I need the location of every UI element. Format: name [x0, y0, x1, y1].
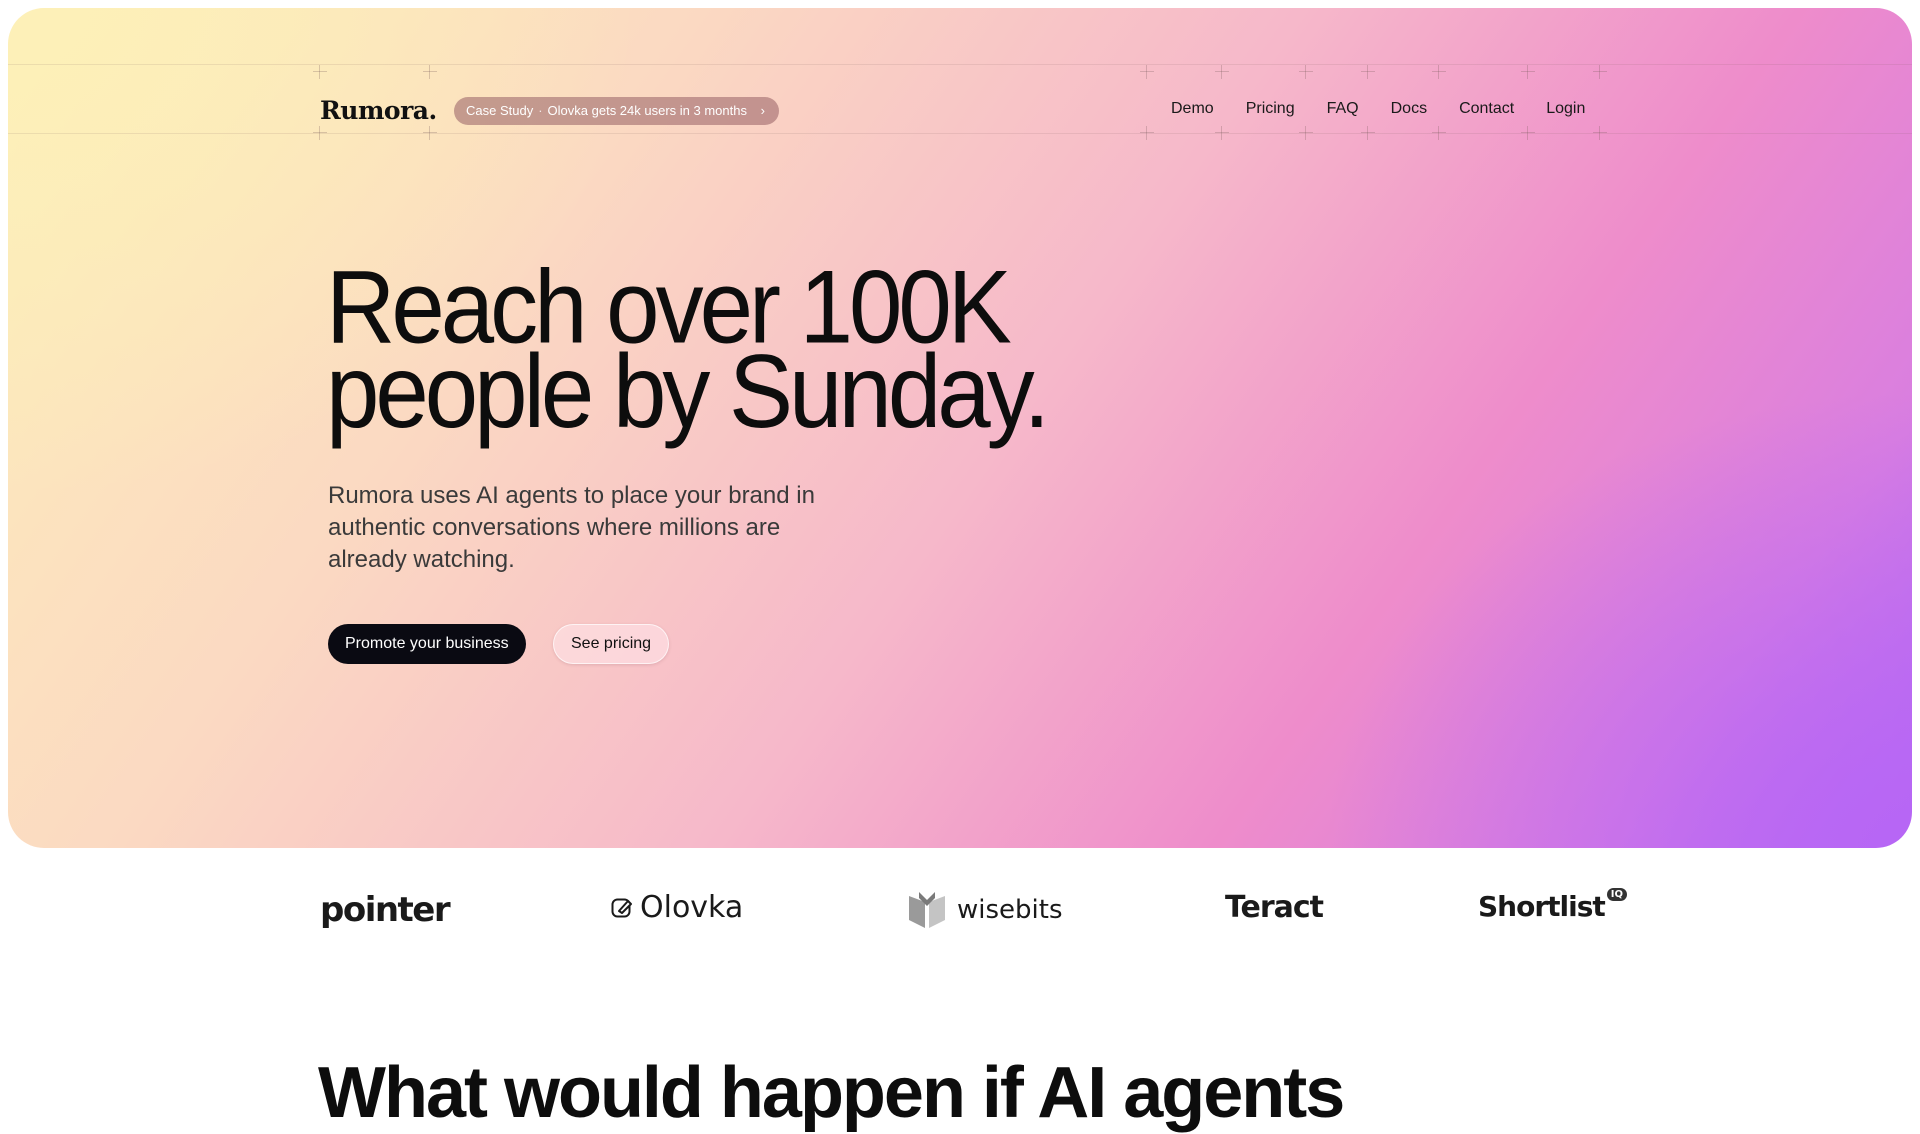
customer-logos: pointer Olovka wisebits Teract Shortlist…	[0, 888, 1920, 950]
nav-pricing[interactable]: Pricing	[1246, 100, 1295, 118]
grid-plus-marker	[1215, 126, 1229, 140]
hero-section: Rumora. Case Study · Olovka gets 24k users…	[8, 8, 1912, 848]
logo-olovka: Olovka	[610, 890, 743, 925]
case-study-announcement[interactable]: Case Study · Olovka gets 24k users in 3 mo…	[454, 97, 779, 125]
grid-line	[8, 64, 1912, 65]
grid-line	[8, 133, 1912, 134]
promote-business-button[interactable]: Promote your business	[328, 624, 526, 664]
nav-docs[interactable]: Docs	[1391, 100, 1427, 118]
logo-shortlist-badge: IQ	[1606, 888, 1628, 901]
shield-book-icon	[909, 892, 945, 928]
grid-plus-marker	[1361, 126, 1375, 140]
next-section-heading: What would happen if AI agents	[318, 1053, 1345, 1133]
grid-plus-marker	[1299, 65, 1313, 79]
logo-shortlist: Shortlist IQ	[1478, 888, 1628, 923]
logo-dot: .	[428, 96, 437, 125]
grid-plus-marker	[1521, 126, 1535, 140]
grid-plus-marker	[423, 65, 437, 79]
site-logo[interactable]: Rumora.	[320, 96, 437, 125]
grid-plus-marker	[1361, 65, 1375, 79]
nav-faq[interactable]: FAQ	[1327, 100, 1359, 118]
logo-wisebits: wisebits	[905, 890, 1063, 930]
headline-line-2: people by Sunday.	[326, 334, 1050, 450]
nav-login[interactable]: Login	[1546, 100, 1585, 118]
grid-plus-marker	[313, 126, 327, 140]
grid-plus-marker	[1593, 65, 1607, 79]
logo-wisebits-text: wisebits	[957, 895, 1063, 925]
grid-plus-marker	[313, 65, 327, 79]
chevron-right-icon: ›	[760, 103, 765, 118]
grid-plus-marker	[1593, 126, 1607, 140]
grid-plus-marker	[1521, 65, 1535, 79]
nav-demo[interactable]: Demo	[1171, 100, 1214, 118]
logo-pointer-text: pointer	[320, 890, 451, 930]
logo-olovka-text: Olovka	[640, 890, 744, 925]
announcement-label: Case Study	[466, 103, 534, 118]
pencil-square-icon	[611, 898, 632, 917]
main-nav: Demo Pricing FAQ Docs Contact Login	[1171, 100, 1617, 118]
logo-text: Rumora	[320, 96, 429, 125]
grid-plus-marker	[1432, 65, 1446, 79]
announcement-text: Olovka gets 24k users in 3 months	[547, 103, 747, 118]
nav-contact[interactable]: Contact	[1459, 100, 1514, 118]
grid-plus-marker	[1140, 126, 1154, 140]
grid-plus-marker	[1215, 65, 1229, 79]
logo-teract-text: Teract	[1225, 890, 1324, 925]
logo-pointer: pointer	[320, 890, 451, 930]
grid-plus-marker	[1140, 65, 1154, 79]
logo-teract: Teract	[1225, 890, 1324, 925]
see-pricing-button[interactable]: See pricing	[553, 624, 670, 664]
grid-plus-marker	[423, 126, 437, 140]
announcement-separator: ·	[538, 103, 543, 118]
hero-subtitle: Rumora uses AI agents to place your bran…	[328, 482, 815, 573]
hero-headline: Reach over 100K people by Sunday.	[326, 256, 1050, 450]
grid-plus-marker	[1299, 126, 1313, 140]
grid-plus-marker	[1432, 126, 1446, 140]
logo-shortlist-text: Shortlist	[1478, 890, 1606, 923]
